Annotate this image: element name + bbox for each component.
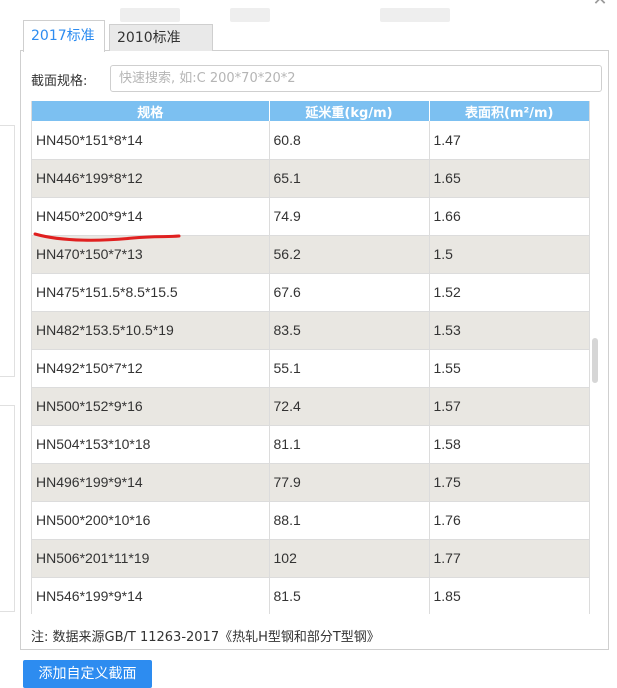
tab-2010-standard[interactable]: 2010标准 [109, 24, 213, 51]
table-row[interactable]: HN546*199*9*14 81.5 1.85 [32, 577, 589, 614]
cell-weight: 74.9 [269, 197, 430, 236]
cell-spec: HN500*152*9*16 [32, 387, 270, 426]
cell-area: 1.57 [429, 387, 589, 426]
cell-area: 1.53 [429, 311, 589, 350]
cell-spec: HN546*199*9*14 [32, 577, 270, 614]
section-table: 规格 延米重(kg/m) 表面积(m²/m) HN450*151*8*14 60.… [31, 101, 590, 614]
cell-area: 1.66 [429, 197, 589, 236]
table-row[interactable]: HN500*200*10*16 88.1 1.76 [32, 501, 589, 540]
table-row[interactable]: HN446*199*8*12 65.1 1.65 [32, 159, 589, 198]
column-header-weight[interactable]: 延米重(kg/m) [269, 101, 430, 121]
cell-spec: HN504*153*10*18 [32, 425, 270, 464]
cell-spec: HN506*201*11*19 [32, 539, 270, 578]
cell-spec: HN492*150*7*12 [32, 349, 270, 388]
scrollbar-thumb[interactable] [592, 338, 598, 383]
cell-weight: 72.4 [269, 387, 430, 426]
bg-left-panel [0, 405, 15, 612]
table-row[interactable]: HN496*199*9*14 77.9 1.75 [32, 463, 589, 502]
table-row[interactable]: HN500*152*9*16 72.4 1.57 [32, 387, 589, 426]
data-source-note: 注: 数据来源GB/T 11263-2017《热轧H型钢和部分T型钢》 [31, 630, 380, 645]
cell-weight: 88.1 [269, 501, 430, 540]
add-custom-section-button[interactable]: 添加自定义截面 [23, 660, 152, 688]
cell-area: 1.55 [429, 349, 589, 388]
cell-area: 1.65 [429, 159, 589, 198]
table-row[interactable]: HN475*151.5*8.5*15.5 67.6 1.52 [32, 273, 589, 312]
cell-area: 1.47 [429, 121, 589, 160]
cell-spec: HN475*151.5*8.5*15.5 [32, 273, 270, 312]
cell-spec: HN482*153.5*10.5*19 [32, 311, 270, 350]
tab-2017-standard[interactable]: 2017标准 [23, 20, 105, 52]
cell-spec: HN446*199*8*12 [32, 159, 270, 198]
cell-weight: 81.5 [269, 577, 430, 614]
bg-left-panel [0, 125, 15, 377]
red-underline-annotation [33, 232, 181, 242]
table-row[interactable]: HN504*153*10*18 81.1 1.58 [32, 425, 589, 464]
cell-area: 1.52 [429, 273, 589, 312]
cell-weight: 67.6 [269, 273, 430, 312]
cell-area: 1.77 [429, 539, 589, 578]
search-input[interactable] [110, 65, 602, 92]
table-row[interactable]: HN450*151*8*14 60.8 1.47 [32, 121, 589, 160]
cell-area: 1.5 [429, 235, 589, 274]
table-row[interactable]: HN506*201*11*19 102 1.77 [32, 539, 589, 578]
cell-spec: HN450*151*8*14 [32, 121, 270, 160]
cell-area: 1.58 [429, 425, 589, 464]
cell-weight: 83.5 [269, 311, 430, 350]
cell-weight: 77.9 [269, 463, 430, 502]
column-header-spec[interactable]: 规格 [32, 101, 270, 121]
close-icon[interactable]: ✕ [590, 0, 610, 10]
cell-weight: 102 [269, 539, 430, 578]
bg-placeholder [380, 8, 450, 22]
cell-area: 1.76 [429, 501, 589, 540]
table-row[interactable]: HN482*153.5*10.5*19 83.5 1.53 [32, 311, 589, 350]
bg-placeholder [120, 8, 180, 22]
cell-area: 1.75 [429, 463, 589, 502]
cell-area: 1.85 [429, 577, 589, 614]
cell-spec: HN500*200*10*16 [32, 501, 270, 540]
cell-weight: 56.2 [269, 235, 430, 274]
cell-spec: HN496*199*9*14 [32, 463, 270, 502]
cell-weight: 65.1 [269, 159, 430, 198]
column-header-area[interactable]: 表面积(m²/m) [429, 101, 589, 121]
cell-weight: 60.8 [269, 121, 430, 160]
bg-placeholder [230, 8, 270, 22]
search-label: 截面规格: [31, 74, 88, 89]
table-header-row: 规格 延米重(kg/m) 表面积(m²/m) [32, 101, 589, 121]
cell-weight: 55.1 [269, 349, 430, 388]
cell-weight: 81.1 [269, 425, 430, 464]
table-row[interactable]: HN492*150*7*12 55.1 1.55 [32, 349, 589, 388]
